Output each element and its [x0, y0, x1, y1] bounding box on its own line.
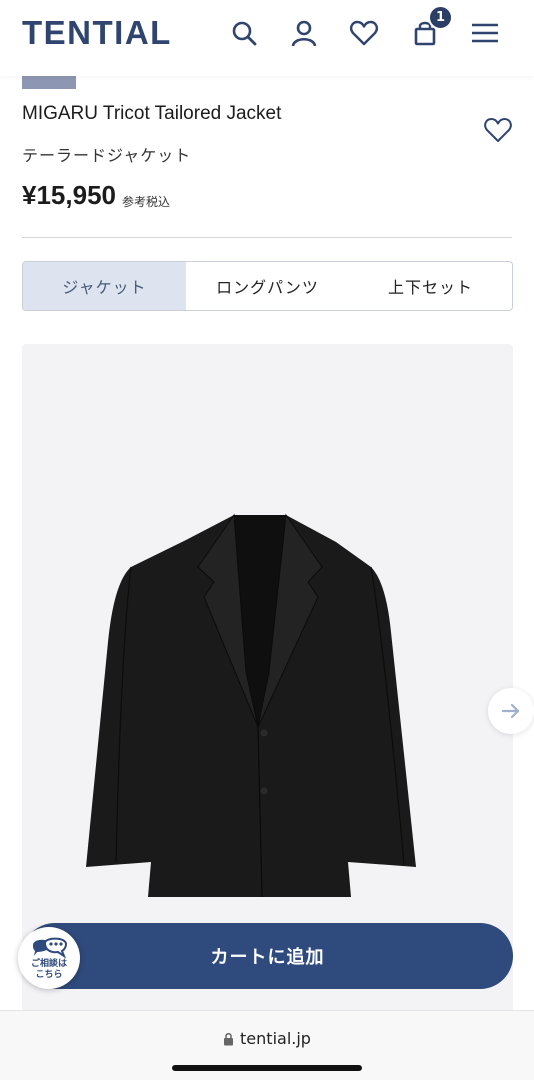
- tab-long-pants[interactable]: ロングパンツ: [186, 262, 349, 310]
- product-image-carousel[interactable]: [22, 344, 513, 1024]
- url-text: tential.jp: [240, 1029, 311, 1048]
- search-icon[interactable]: [227, 16, 261, 50]
- product-price: ¥15,950: [22, 180, 116, 210]
- browser-bottom-bar: tential.jp: [0, 1010, 534, 1080]
- carousel-next-button[interactable]: [488, 688, 534, 734]
- divider: [22, 237, 512, 238]
- chat-consult-button[interactable]: ご相談は こちら: [18, 927, 80, 989]
- user-icon[interactable]: [287, 16, 321, 50]
- chat-icon: [33, 937, 68, 959]
- tab-set[interactable]: 上下セット: [349, 262, 512, 310]
- arrow-right-icon: [501, 703, 520, 719]
- cart-count-badge: 1: [428, 5, 453, 30]
- site-header: TENTIAL 1: [0, 0, 534, 76]
- product-image: [86, 513, 416, 898]
- variant-tabs: ジャケット ロングパンツ 上下セット: [22, 261, 513, 311]
- lock-icon: [224, 1032, 234, 1045]
- menu-icon[interactable]: [468, 16, 502, 50]
- chat-label-line2: こちら: [35, 970, 63, 980]
- brand-logo[interactable]: TENTIAL: [22, 14, 172, 52]
- product-subtitle: テーラードジャケット: [22, 146, 192, 165]
- heart-icon: [484, 118, 512, 142]
- tab-jacket[interactable]: ジャケット: [23, 262, 186, 310]
- chat-label-line1: ご相談は: [30, 959, 67, 969]
- heart-icon[interactable]: [347, 16, 381, 50]
- address-bar[interactable]: tential.jp: [0, 1029, 534, 1048]
- product-title: MIGARU Tricot Tailored Jacket: [22, 103, 282, 124]
- add-to-cart-button[interactable]: カートに追加: [22, 923, 513, 989]
- favorite-button[interactable]: [480, 113, 516, 147]
- tax-note: 参考税込: [122, 195, 171, 209]
- home-indicator: [172, 1065, 362, 1071]
